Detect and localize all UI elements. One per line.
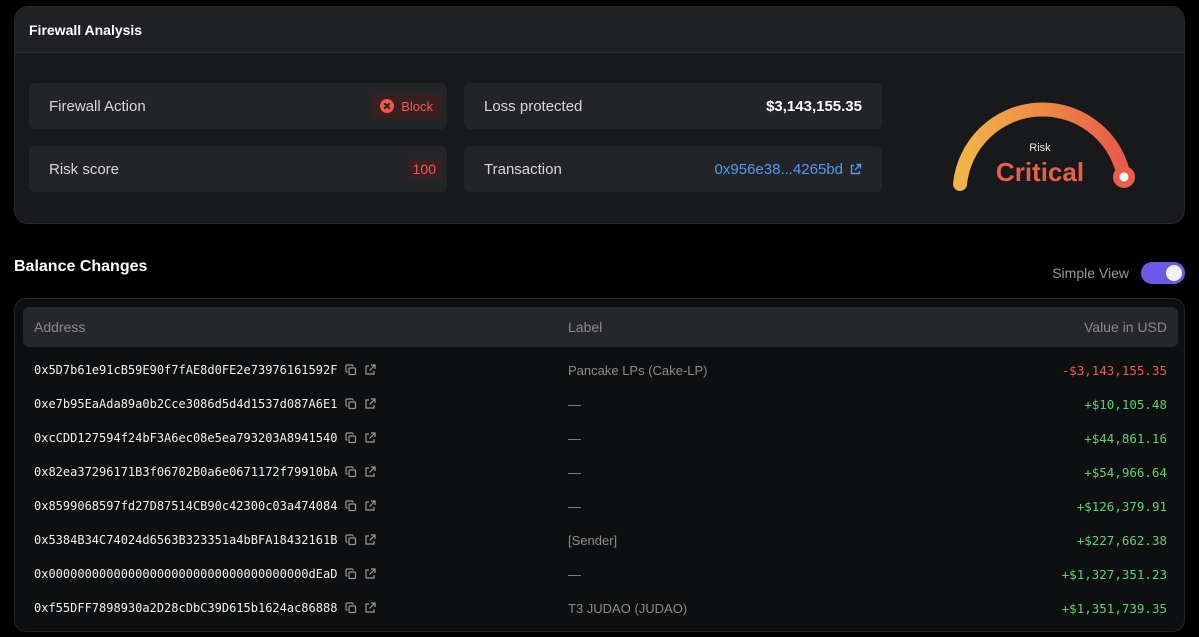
table-row: 0xcCDD127594f24bF3A6ec08e5ea793203A89415… (15, 422, 1184, 456)
simple-view-label: Simple View (1052, 265, 1129, 281)
address-cell: 0xf55DFF7898930a2D28cDbC39D615b1624ac868… (34, 601, 377, 615)
loss-protected-card: Loss protected $3,143,155.35 (464, 83, 882, 129)
value-cell: +$227,662.38 (1076, 533, 1167, 548)
table-row: 0xf55DFF7898930a2D28cDbC39D615b1624ac868… (15, 592, 1184, 626)
value-cell: -$3,143,155.35 (1061, 363, 1167, 378)
copy-icon[interactable] (345, 534, 357, 546)
table-row: 0x82ea37296171B3f06702B0a6e0671172f79910… (15, 456, 1184, 490)
block-badge: Block (372, 93, 441, 119)
address-text[interactable]: 0xf55DFF7898930a2D28cDbC39D615b1624ac868… (34, 601, 337, 615)
table-row: 0x000000000000000000000000000000000000dE… (15, 558, 1184, 592)
external-link-icon[interactable] (364, 364, 377, 376)
copy-icon[interactable] (345, 568, 357, 580)
external-link-icon[interactable] (364, 466, 377, 478)
loss-protected-value: $3,143,155.35 (766, 97, 862, 115)
page: Firewall Analysis Firewall Action Block … (0, 0, 1199, 637)
label-cell: Pancake LPs (Cake-LP) (568, 363, 708, 378)
label-cell: [Sender] (568, 533, 618, 548)
gauge-critical-label: Critical (995, 157, 1085, 187)
address-text[interactable]: 0x5384B34C74024d6563B323351a4bBFA1843216… (34, 533, 337, 547)
copy-icon[interactable] (345, 466, 357, 478)
address-cell: 0xcCDD127594f24bF3A6ec08e5ea793203A89415… (34, 431, 377, 445)
address-text[interactable]: 0x82ea37296171B3f06702B0a6e0671172f79910… (34, 465, 337, 479)
copy-icon[interactable] (345, 500, 357, 512)
value-cell: +$1,351,739.35 (1061, 601, 1167, 616)
table-row: 0x5384B34C74024d6563B323351a4bBFA1843216… (15, 524, 1184, 558)
external-link-icon[interactable] (849, 163, 862, 176)
risk-score-card: Risk score 100 (29, 146, 447, 192)
value-cell: +$1,327,351.23 (1061, 567, 1167, 582)
firewall-action-card: Firewall Action Block (29, 83, 447, 129)
external-link-icon[interactable] (364, 534, 377, 546)
label-cell: — (568, 397, 581, 412)
simple-view-control: Simple View (1052, 262, 1185, 284)
gauge-risk-label: Risk (1029, 142, 1051, 154)
copy-icon[interactable] (345, 364, 357, 376)
external-link-icon[interactable] (364, 568, 377, 580)
header-label: Label (568, 319, 603, 335)
address-text[interactable]: 0x5D7b61e91cB59E90f7fAE8d0FE2e7397616159… (34, 363, 337, 377)
copy-icon[interactable] (345, 602, 357, 614)
address-text[interactable]: 0x000000000000000000000000000000000000dE… (34, 567, 337, 581)
copy-icon[interactable] (345, 432, 357, 444)
transaction-card: Transaction 0x956e38...4265bd (464, 146, 882, 192)
loss-protected-label: Loss protected (484, 97, 583, 115)
address-cell: 0x000000000000000000000000000000000000dE… (34, 567, 377, 581)
risk-score-label: Risk score (49, 160, 120, 178)
external-link-icon[interactable] (364, 398, 377, 410)
address-cell: 0x8599068597fd27D87514CB90c42300c03a4740… (34, 499, 377, 513)
label-cell: T3 JUDAO (JUDAO) (568, 601, 688, 616)
address-cell: 0x5D7b61e91cB59E90f7fAE8d0FE2e7397616159… (34, 363, 377, 377)
table-header: Address Label Value in USD (23, 307, 1178, 347)
firewall-panel-header: Firewall Analysis (15, 7, 1184, 53)
balance-changes-table: Address Label Value in USD 0x5D7b61e91cB… (14, 298, 1185, 632)
external-link-icon[interactable] (364, 602, 377, 614)
header-address: Address (34, 319, 86, 335)
label-cell: — (568, 499, 581, 514)
transaction-label: Transaction (484, 160, 562, 178)
firewall-action-label: Firewall Action (49, 97, 146, 115)
label-cell: — (568, 431, 581, 446)
table-row: 0x5D7b61e91cB59E90f7fAE8d0FE2e7397616159… (15, 354, 1184, 388)
header-value: Value in USD (1083, 319, 1167, 335)
value-cell: +$126,379.91 (1076, 499, 1167, 514)
toggle-knob (1166, 265, 1182, 281)
address-cell: 0x82ea37296171B3f06702B0a6e0671172f79910… (34, 465, 377, 479)
address-text[interactable]: 0x8599068597fd27D87514CB90c42300c03a4740… (34, 499, 337, 513)
block-badge-text: Block (401, 98, 433, 114)
label-cell: — (568, 465, 581, 480)
table-row: 0xe7b95EaAda89a0b2Cce3086d5d4d1537d087A6… (15, 388, 1184, 422)
value-cell: +$44,861.16 (1084, 431, 1167, 446)
address-cell: 0xe7b95EaAda89a0b2Cce3086d5d4d1537d087A6… (34, 397, 377, 411)
address-text[interactable]: 0xcCDD127594f24bF3A6ec08e5ea793203A89415… (34, 431, 337, 445)
value-cell: +$10,105.48 (1084, 397, 1167, 412)
transaction-hash[interactable]: 0x956e38...4265bd (715, 161, 843, 178)
risk-gauge: Risk Critical (935, 84, 1145, 194)
copy-icon[interactable] (345, 398, 357, 410)
table-row: 0x8599068597fd27D87514CB90c42300c03a4740… (15, 490, 1184, 524)
label-cell: — (568, 567, 581, 582)
close-circle-icon (380, 99, 395, 113)
address-cell: 0x5384B34C74024d6563B323351a4bBFA1843216… (34, 533, 377, 547)
external-link-icon[interactable] (364, 500, 377, 512)
value-cell: +$54,966.64 (1084, 465, 1167, 480)
risk-score-badge: 100 (407, 159, 441, 179)
simple-view-toggle[interactable] (1141, 262, 1185, 284)
external-link-icon[interactable] (364, 432, 377, 444)
address-text[interactable]: 0xe7b95EaAda89a0b2Cce3086d5d4d1537d087A6… (34, 397, 337, 411)
transaction-link[interactable]: 0x956e38...4265bd (715, 161, 862, 178)
firewall-panel-title: Firewall Analysis (29, 21, 143, 38)
balance-changes-title: Balance Changes (14, 258, 148, 275)
